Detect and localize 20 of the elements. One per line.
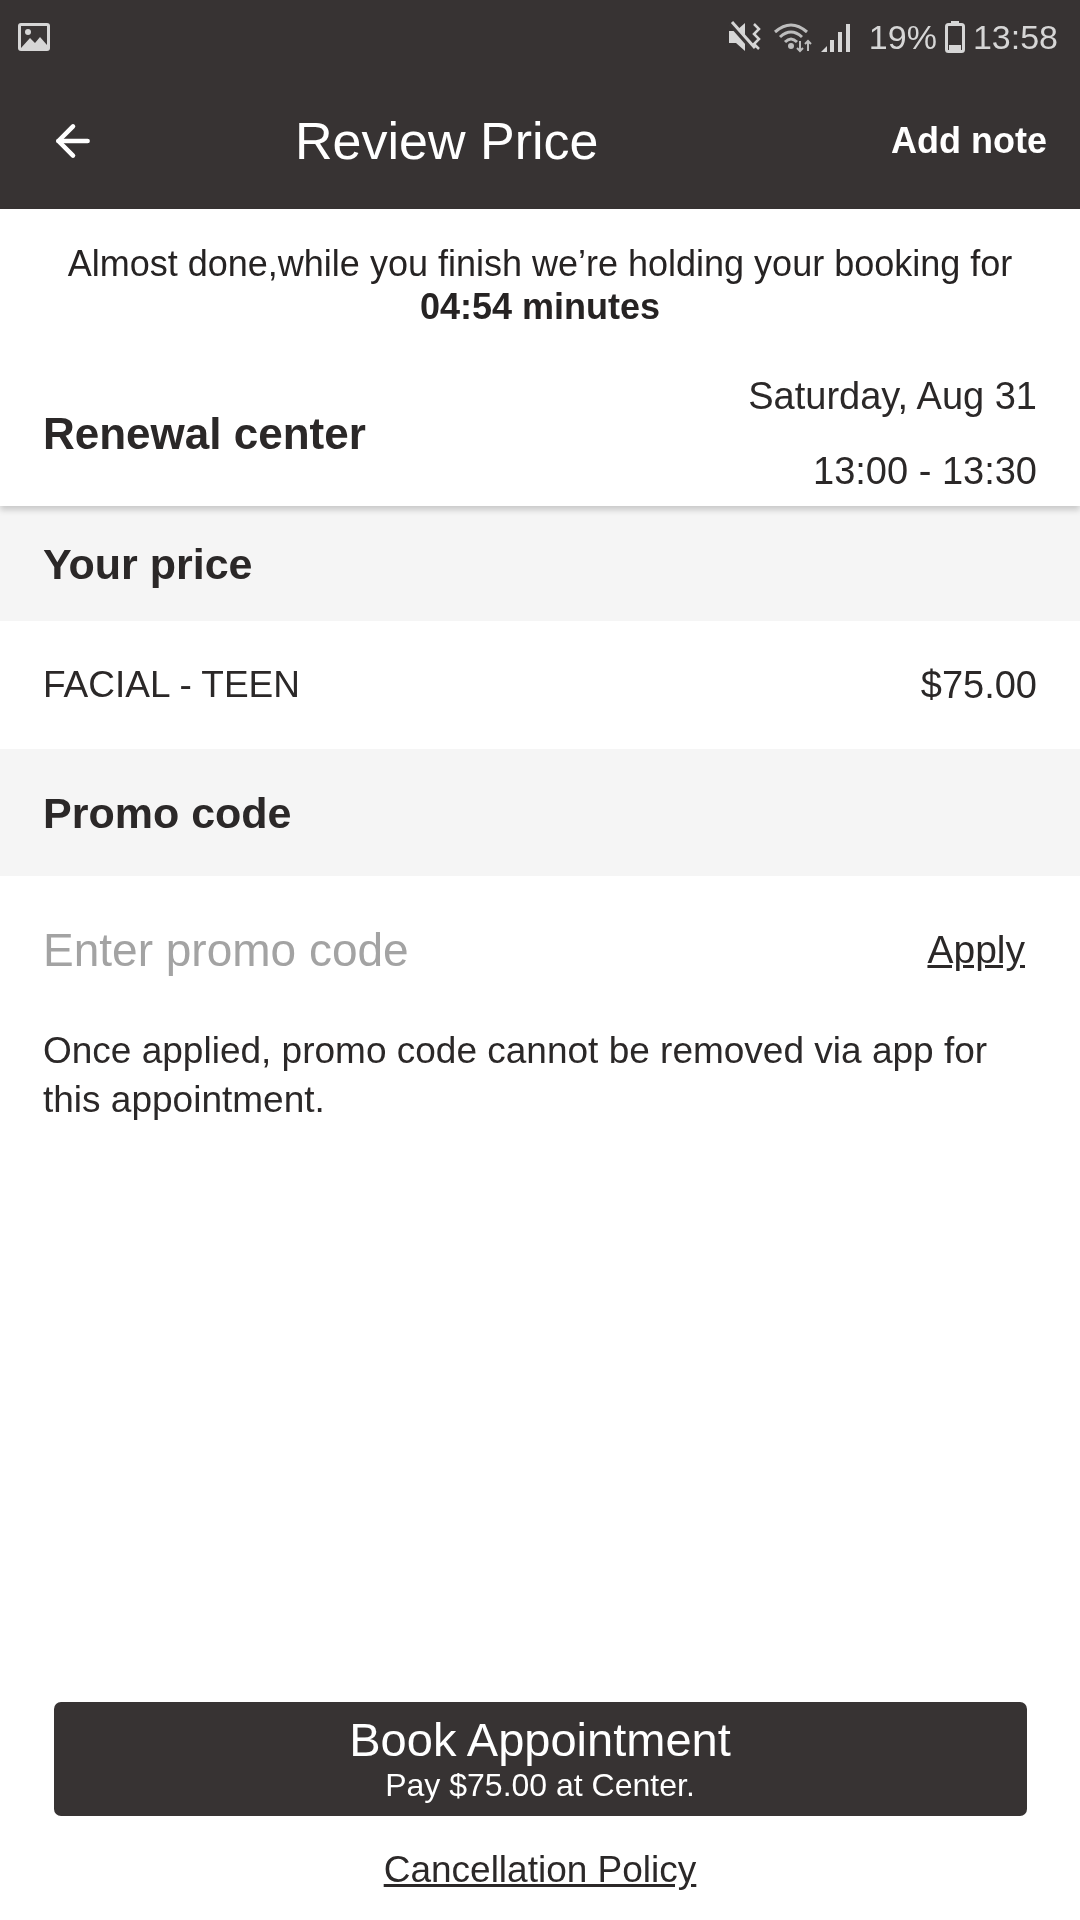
battery-percent: 19% (868, 16, 937, 57)
cancellation-policy-link[interactable]: Cancellation Policy (383, 1848, 697, 1892)
apply-link[interactable]: Apply (927, 927, 1025, 973)
booking-date: Saturday, Aug 31 (748, 375, 1037, 417)
promo-note: Once applied, promo code cannot be removed via app for this appointment. (42, 1029, 989, 1122)
clock: 13:58 (972, 16, 1058, 57)
service-price: $75.00 (920, 663, 1037, 707)
page-title: Review Price (295, 111, 599, 171)
booking-time: 13:00 - 13:30 (813, 450, 1037, 492)
promo-section-title: Promo code (43, 787, 292, 838)
book-appointment-button[interactable]: Book Appointment Pay $75.00 at Center. (53, 1702, 1027, 1816)
image-icon (18, 22, 50, 51)
price-section-title: Your price (43, 538, 253, 589)
wifi-icon (772, 20, 813, 53)
hold-notice: Almost done,while you finish we’re holding your booking for 04:54 minutes (66, 242, 1014, 328)
battery-icon (944, 20, 965, 53)
add-note-button[interactable]: Add note (891, 119, 1047, 163)
center-name: Renewal center (43, 407, 366, 460)
promo-code-field[interactable]: Enter promo code (43, 902, 908, 998)
service-name: FACIAL - TEEN (43, 663, 300, 707)
